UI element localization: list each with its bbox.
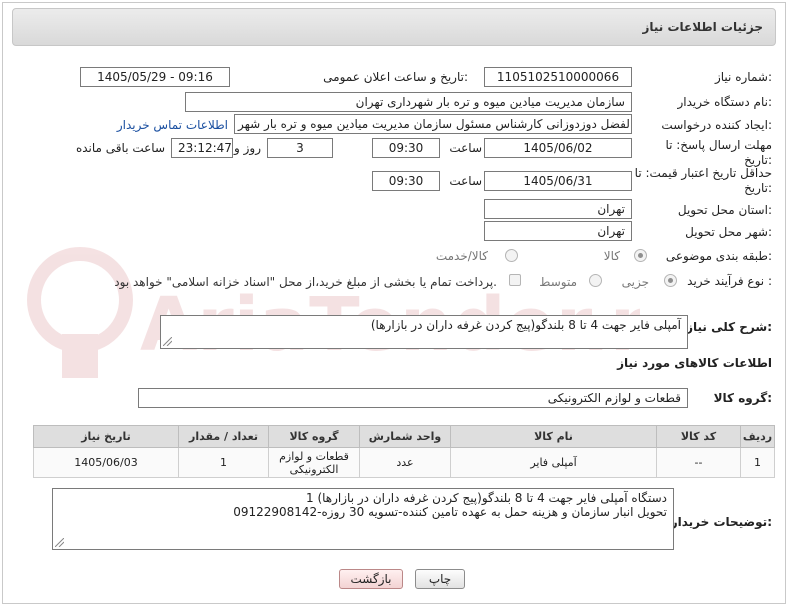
process-radio-minor[interactable] [664,274,677,287]
category-option-goods-service: کالا/خدمت [435,249,488,263]
resize-grip-icon[interactable] [55,538,64,547]
process-option-medium: متوسط [539,275,577,289]
summary-text: آمپلی فایر جهت 4 تا 8 بلندگو(پیج کردن غر… [370,318,681,332]
creator-field[interactable]: ابوالفضل دوزدوزانی کارشناس مسئول سازمان … [234,114,632,134]
buyer-org-field[interactable]: سازمان مدیریت میادین میوه و تره بار شهرد… [185,92,632,112]
need-number-field[interactable]: 1105102510000066 [484,67,632,87]
col-date-header: تاریخ نیاز [33,425,179,448]
category-label: طبقه بندی موضوعی: [665,249,772,263]
price-time-label: ساعت [449,174,482,188]
process-option-minor: جزیی [621,275,649,289]
days-field[interactable]: 3 [267,138,333,158]
days-label: روز و [234,141,261,155]
city-field[interactable]: تهران [484,221,632,241]
announce-label: تاریخ و ساعت اعلان عمومی: [323,70,468,84]
price-date-field[interactable]: 1405/06/31 [484,171,632,191]
cell-code: -- [656,447,741,478]
buyer-org-label: نام دستگاه خریدار: [677,95,773,109]
category-radio-goods-service[interactable] [505,249,518,262]
process-label: نوع فرآیند خرید : [687,274,772,288]
contact-buyer-link[interactable]: اطلاعات تماس خریدار [117,118,228,132]
cell-unit: عدد [359,447,451,478]
summary-textarea[interactable]: آمپلی فایر جهت 4 تا 8 بلندگو(پیج کردن غر… [160,315,688,349]
summary-label: شرح کلی نیاز: [686,320,772,334]
province-field[interactable]: تهران [484,199,632,219]
page-titlebar: جزئیات اطلاعات نیاز [12,8,776,46]
col-qty-header: تعداد / مقدار [178,425,269,448]
buyer-notes-label: توضیحات خریدار: [670,515,772,529]
col-group-header: گروه کالا [268,425,360,448]
goods-table: ردیف کد کالا نام کالا واحد شمارش گروه کا… [33,425,775,478]
cell-group: قطعات و لوازم الکترونیکی [268,447,360,478]
need-number-label: شماره نیاز: [714,70,772,84]
payment-note: پرداخت تمام یا بخشی از مبلغ خرید،از محل … [114,275,497,289]
col-unit-header: واحد شمارش [359,425,451,448]
table-header-row: ردیف کد کالا نام کالا واحد شمارش گروه کا… [33,425,775,448]
buyer-notes-line-1: 1 دستگاه آمپلی فایر جهت 4 تا 8 بلندگو(پی… [306,491,667,505]
cell-date: 1405/06/03 [33,447,179,478]
remaining-label: ساعت باقی مانده [75,141,165,155]
buyer-notes-line-2: تحویل انبار سازمان و هزینه حمل به عهده ت… [233,505,667,519]
goods-group-field[interactable]: قطعات و لوازم الکترونیکی [138,388,688,408]
city-label: شهر محل تحویل: [685,225,772,239]
treasury-payment-checkbox[interactable] [509,274,521,286]
goods-group-label: گروه کالا: [713,391,772,405]
remaining-time-field[interactable]: 23:12:47 [171,138,233,158]
cell-row: 1 [740,447,775,478]
col-code-header: کد کالا [656,425,741,448]
price-deadline-label: حداقل تاریخ اعتبار قیمت: تا تاریخ: [634,166,772,195]
print-button[interactable]: چاپ [415,569,465,589]
province-label: استان محل تحویل: [677,203,772,217]
col-name-header: نام کالا [450,425,657,448]
category-option-goods: کالا [603,249,620,263]
reply-time-label: ساعت [449,141,482,155]
reply-date-field[interactable]: 1405/06/02 [484,138,632,158]
goods-section-title: اطلاعات کالاهای مورد نیاز [617,356,772,370]
col-row-header: ردیف [740,425,775,448]
cell-name: آمپلی فایر [450,447,657,478]
reply-time-field[interactable]: 09:30 [372,138,440,158]
announce-field[interactable]: 1405/05/29 - 09:16 [80,67,230,87]
price-time-field[interactable]: 09:30 [372,171,440,191]
page-title: جزئیات اطلاعات نیاز [642,20,763,34]
cell-qty: 1 [178,447,269,478]
buyer-notes-textarea[interactable]: 1 دستگاه آمپلی فایر جهت 4 تا 8 بلندگو(پی… [52,488,674,550]
process-radio-medium[interactable] [589,274,602,287]
table-row[interactable]: 1 -- آمپلی فایر عدد قطعات و لوازم الکترو… [33,447,775,478]
resize-grip-icon[interactable] [163,337,172,346]
creator-label: ایجاد کننده درخواست: [661,118,772,132]
reply-deadline-label: مهلت ارسال پاسخ: تا تاریخ: [665,138,772,167]
back-button[interactable]: بازگشت [339,569,403,589]
category-radio-goods[interactable] [634,249,647,262]
